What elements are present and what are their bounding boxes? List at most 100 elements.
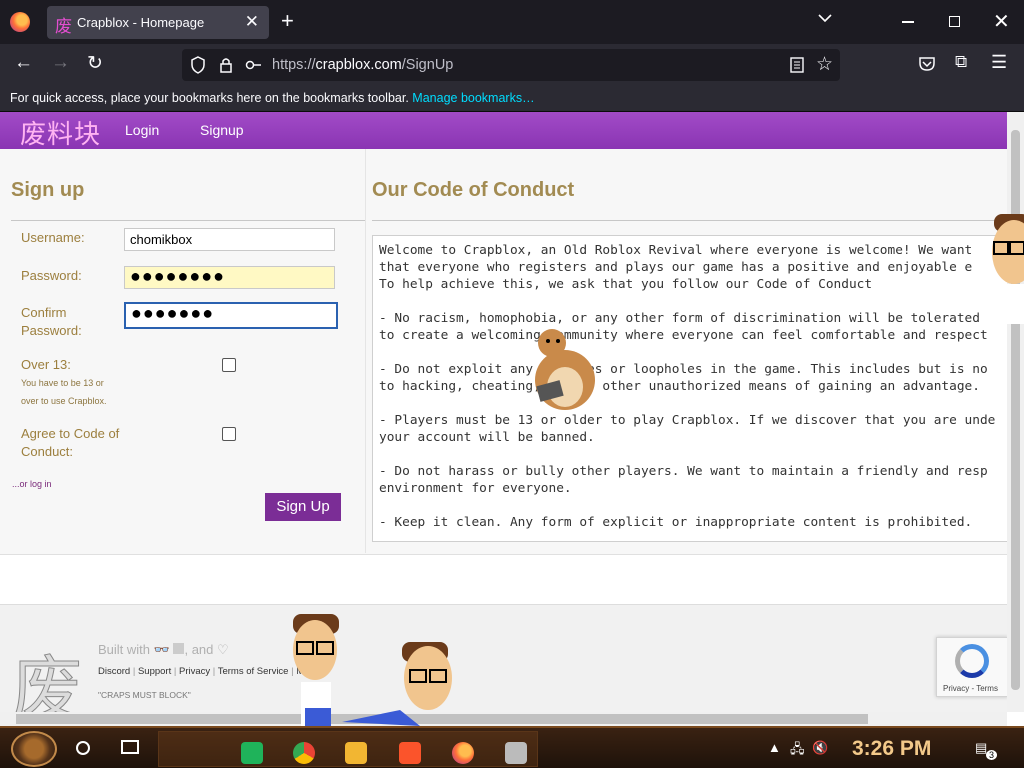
browser-tab[interactable]: 废 Crapblox - Homepage ✕: [47, 6, 269, 39]
site-footer: 废 Built with 👓 , and ♡ Discord | Support…: [0, 604, 1007, 731]
taskbar-clock[interactable]: 3:26 PM: [852, 737, 931, 761]
bookmarks-toolbar: For quick access, place your bookmarks h…: [0, 86, 1024, 112]
vertical-scrollbar[interactable]: [1007, 112, 1024, 712]
cartoon-character-sticker-icon: [293, 614, 339, 726]
bookmarks-hint: For quick access, place your bookmarks h…: [10, 91, 409, 105]
conduct-line: environment for everyone.: [379, 481, 572, 496]
lock-icon[interactable]: [219, 56, 233, 74]
footer-link-terms[interactable]: Terms of Service: [218, 666, 289, 677]
signup-button[interactable]: Sign Up: [265, 493, 341, 521]
conduct-line: [379, 395, 1011, 412]
pocket-icon[interactable]: [918, 56, 936, 72]
code-of-conduct-textarea[interactable]: Welcome to Crapblox, an Old Roblox Reviv…: [372, 235, 1012, 542]
nav-login-link[interactable]: Login: [125, 122, 159, 138]
firefox-app-icon[interactable]: [452, 742, 474, 764]
window-close-icon[interactable]: ✕: [993, 9, 1010, 34]
tracking-shield-icon[interactable]: [190, 56, 206, 74]
site-logo[interactable]: 废料块: [20, 114, 101, 151]
tab-title: Crapblox - Homepage: [77, 15, 205, 30]
cartoon-character-sticker-icon: [342, 642, 452, 726]
js-icon: [173, 643, 185, 654]
hamster-sticker-icon: [535, 329, 595, 410]
reload-icon[interactable]: ↻: [87, 52, 103, 75]
back-arrow-icon[interactable]: ←: [14, 52, 33, 74]
confirm-password-input[interactable]: ●●●●●●●: [124, 302, 338, 329]
conduct-line: - Do not harass or bully other players. …: [379, 464, 988, 479]
horizontal-scrollbar[interactable]: [0, 712, 1007, 726]
footer-link-discord[interactable]: Discord: [98, 666, 130, 677]
url-bar[interactable]: https://crapblox.com/SignUp ☆: [182, 49, 840, 81]
footer-motto: "CRAPS MUST BLOCK": [98, 690, 191, 700]
recaptcha-badge[interactable]: Privacy - Terms: [936, 637, 1008, 697]
conduct-line: - Keep it clean. Any form of explicit or…: [379, 515, 973, 530]
app-window-icon[interactable]: [505, 742, 527, 764]
divider: [11, 220, 365, 221]
code-of-conduct-text: Welcome to Crapblox, an Old Roblox Reviv…: [379, 242, 1011, 531]
brave-app-icon[interactable]: [399, 742, 421, 764]
footer-link-privacy[interactable]: Privacy: [179, 666, 210, 677]
conduct-line: To help achieve this, we ask that you fo…: [379, 277, 873, 292]
network-icon[interactable]: 🖧: [790, 740, 805, 762]
tab-close-icon[interactable]: ✕: [245, 12, 259, 32]
window-maximize-icon[interactable]: [949, 16, 960, 27]
username-label: Username:: [21, 230, 85, 245]
volume-muted-icon[interactable]: 🔇: [812, 740, 828, 756]
url-text[interactable]: https://crapblox.com/SignUp: [272, 57, 453, 73]
forward-arrow-icon[interactable]: →: [51, 52, 70, 74]
conduct-line: to hacking, cheating, or any other unaut…: [379, 379, 980, 394]
reader-view-icon[interactable]: [790, 56, 804, 74]
menu-hamburger-icon[interactable]: ☰: [991, 52, 1007, 73]
heart-icon: ♡: [217, 642, 229, 657]
conduct-line: [379, 497, 1011, 514]
main-content: Sign up Username: chomikbox Password: ●●…: [0, 149, 1012, 555]
conduct-line: that everyone who registers and plays ou…: [379, 260, 973, 275]
chrome-app-icon[interactable]: [293, 742, 315, 764]
password-label: Password:: [21, 268, 82, 283]
footer-links: Discord | Support | Privacy | Terms of S…: [98, 666, 304, 677]
task-view-icon[interactable]: [121, 740, 139, 754]
conduct-line: - No racism, homophobia, or any other fo…: [379, 311, 980, 326]
search-circle-icon[interactable]: [76, 741, 90, 755]
agree-coc-checkbox[interactable]: [222, 427, 236, 441]
new-tab-icon[interactable]: +: [281, 8, 294, 34]
confirm-password-label: Confirm Password:: [21, 305, 82, 338]
conduct-line: - Players must be 13 or older to play Cr…: [379, 413, 996, 428]
over13-label: Over 13:: [21, 357, 71, 372]
cartoon-character-sticker-icon: [992, 214, 1024, 324]
footer-link-support[interactable]: Support: [138, 666, 171, 677]
conduct-line: - Do not exploit any glitches or loophol…: [379, 362, 988, 377]
start-button[interactable]: [11, 731, 57, 767]
browser-tab-bar: 废 Crapblox - Homepage ✕ + ✕: [0, 0, 1024, 44]
sheets-app-icon[interactable]: [241, 742, 263, 764]
built-with-text: Built with 👓 , and ♡: [98, 642, 229, 657]
password-input[interactable]: ●●●●●●●●: [124, 266, 335, 289]
divider: [372, 220, 1007, 221]
conduct-line: [379, 293, 1011, 310]
permissions-key-icon[interactable]: [245, 56, 263, 74]
or-login-link[interactable]: ...or log in: [12, 479, 52, 489]
bookmark-star-icon[interactable]: ☆: [816, 53, 833, 76]
signup-panel: Sign up Username: chomikbox Password: ●●…: [0, 149, 366, 553]
tab-favicon-icon: 废: [55, 17, 72, 37]
conduct-line: your account will be banned.: [379, 430, 595, 445]
conduct-line: to create a welcoming community where ev…: [379, 328, 988, 343]
extensions-icon[interactable]: ⧉: [955, 52, 967, 72]
conduct-line: [379, 344, 1011, 361]
nav-signup-link[interactable]: Signup: [200, 122, 244, 138]
file-explorer-icon[interactable]: [345, 742, 367, 764]
recaptcha-links[interactable]: Privacy - Terms: [943, 684, 998, 693]
glasses-icon: 👓: [153, 642, 170, 657]
list-tabs-chevron-icon[interactable]: [817, 12, 833, 24]
taskbar-pinned-apps: [158, 731, 538, 767]
signup-title: Sign up: [11, 179, 85, 201]
manage-bookmarks-link[interactable]: Manage bookmarks…: [412, 91, 534, 105]
recaptcha-icon: [955, 644, 989, 678]
window-minimize-icon[interactable]: [902, 21, 914, 23]
tray-overflow-icon[interactable]: ▲: [768, 740, 781, 755]
over13-checkbox[interactable]: [222, 358, 236, 372]
username-input[interactable]: chomikbox: [124, 228, 335, 251]
conduct-title: Our Code of Conduct: [372, 179, 575, 201]
firefox-logo-icon[interactable]: [10, 12, 30, 32]
conduct-line: [379, 446, 1011, 463]
notification-count: 3: [986, 750, 998, 760]
